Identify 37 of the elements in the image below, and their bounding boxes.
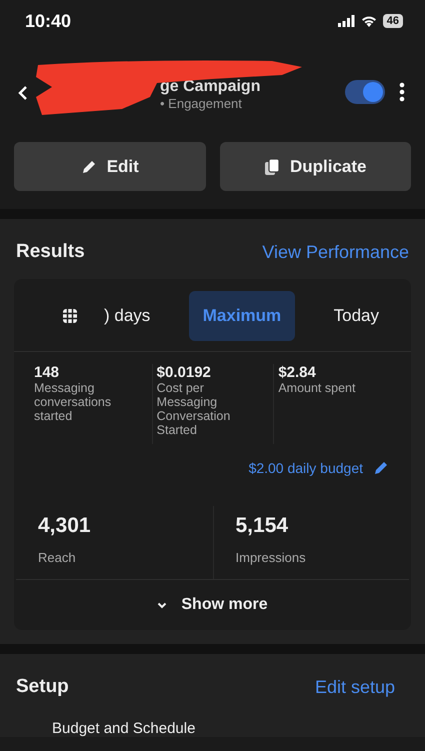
metric-value: 5,154 [236, 514, 290, 538]
chevron-down-icon [157, 602, 168, 608]
pencil-icon [80, 158, 97, 174]
edit-budget-icon[interactable] [373, 460, 389, 476]
date-range-tab[interactable]: Maximum [188, 291, 296, 341]
campaign-objective: • Engagement [160, 96, 243, 110]
metric-label: Reach [38, 550, 77, 565]
battery-level: 46 [382, 14, 403, 28]
pencil-icon [373, 460, 389, 476]
campaign-title: ge Campaign [160, 78, 262, 96]
metric-value: 148 [34, 364, 60, 381]
edit-setup-link[interactable]: Edit setup [314, 676, 395, 698]
metric-value: 4,301 [38, 514, 92, 538]
edit-button[interactable]: Edit [14, 142, 206, 191]
show-more-button[interactable]: Show more [14, 580, 411, 630]
copy-icon [264, 158, 280, 176]
metric-label: Cost per Messaging Conversation Started [156, 381, 232, 437]
section-title: Setup [16, 676, 69, 698]
date-range-tab[interactable]: ) days [48, 291, 164, 341]
daily-budget: $2.00 daily budget [248, 460, 363, 476]
campaign-toggle[interactable] [345, 80, 385, 104]
metric-label: Messaging conversations started [34, 381, 112, 423]
calendar-icon [62, 308, 78, 324]
status-time: 10:40 [25, 10, 72, 32]
more-icon [399, 82, 405, 102]
metric-label: Amount spent [278, 381, 356, 395]
duplicate-button[interactable]: Duplicate [220, 142, 411, 191]
metric-value: $0.0192 [156, 364, 212, 381]
back-icon [18, 85, 28, 101]
metric-label: Impressions [236, 550, 307, 565]
date-range-tab[interactable]: Today [320, 291, 393, 341]
signal-icon [338, 15, 355, 27]
section-title: Results [16, 241, 85, 263]
wifi-icon [360, 15, 377, 27]
metric-value: $2.84 [278, 364, 317, 381]
view-performance-link[interactable]: View Performance [262, 242, 409, 262]
setup-item-title: Budget and Schedule [52, 720, 196, 737]
